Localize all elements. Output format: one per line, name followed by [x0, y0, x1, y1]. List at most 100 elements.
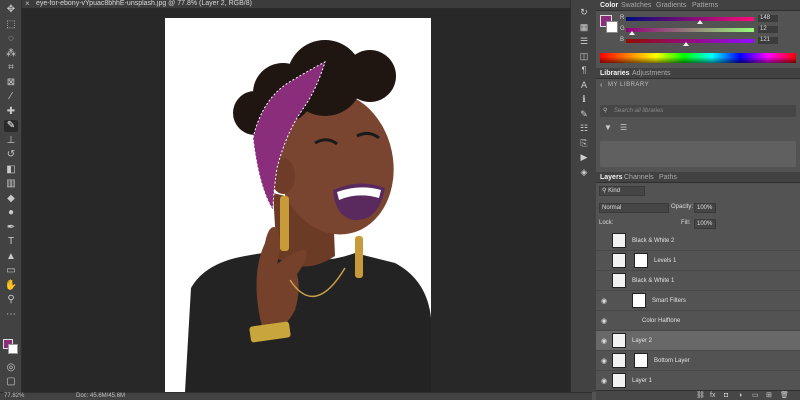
actions-icon[interactable]: ▶: [577, 151, 591, 163]
tab-adjustments[interactable]: Adjustments: [632, 68, 671, 79]
green-value-field[interactable]: 12: [758, 26, 778, 33]
quick-mask-icon[interactable]: ◎: [4, 362, 18, 374]
visibility-eye-icon[interactable]: ◉: [600, 317, 608, 325]
visibility-eye-icon[interactable]: ◉: [600, 357, 608, 365]
tab-patterns[interactable]: Patterns: [692, 0, 718, 11]
dodge-icon[interactable]: ●: [4, 207, 18, 219]
library-name[interactable]: MY LIBRARY: [608, 82, 649, 88]
properties-icon[interactable]: ☷: [577, 122, 591, 134]
background-color-swatch[interactable]: [8, 344, 18, 354]
group-icon[interactable]: ▭: [752, 391, 759, 400]
layer-mask-thumbnail[interactable]: [634, 353, 648, 368]
stamp-icon[interactable]: ⊥: [4, 135, 18, 147]
layer-name[interactable]: Bottom Layer: [654, 358, 690, 365]
artboard-icon[interactable]: ⬚: [4, 19, 18, 31]
slider-red-knob[interactable]: [697, 20, 704, 24]
layer-name[interactable]: Smart Filters: [652, 298, 686, 305]
document-canvas[interactable]: [165, 18, 431, 392]
color-background-swatch[interactable]: [606, 21, 618, 33]
brush-settings-icon[interactable]: ✎: [577, 108, 591, 120]
trash-icon[interactable]: 🗑: [780, 391, 789, 400]
document-size[interactable]: Doc: 45.6M/45.6M: [76, 393, 125, 400]
eyedropper-icon[interactable]: ⁄: [4, 91, 18, 103]
layer-row[interactable]: ◉ Bottom Layer: [596, 351, 800, 371]
new-layer-icon[interactable]: ⊞: [766, 391, 772, 400]
blend-mode-select[interactable]: Normal: [599, 203, 669, 213]
layer-mask-thumbnail[interactable]: [634, 253, 648, 268]
layer-kind-filter[interactable]: ⚲ Kind: [599, 186, 645, 196]
more-icon[interactable]: ⋯: [4, 309, 18, 321]
type-icon[interactable]: T: [4, 236, 18, 248]
library-search-input[interactable]: ⚲ Search all libraries: [600, 105, 796, 117]
swatches-icon[interactable]: ▦: [577, 21, 591, 33]
tab-paths[interactable]: Paths: [659, 172, 677, 183]
healing-icon[interactable]: ✚: [4, 106, 18, 118]
close-tab-icon[interactable]: ×: [25, 0, 30, 8]
layer-thumbnail[interactable]: [612, 253, 626, 268]
back-chevron-icon[interactable]: ‹: [600, 82, 602, 89]
document-tab[interactable]: × eye-for-ebony-vYpuac8bhhE-unsplash.jpg…: [22, 0, 592, 9]
workspace[interactable]: [22, 9, 592, 392]
layer-name[interactable]: Layer 1: [632, 378, 652, 385]
adjust-icon[interactable]: ☰: [577, 35, 591, 47]
layer-row[interactable]: ◉ Layer 1: [596, 371, 800, 391]
info-icon[interactable]: ℹ: [577, 93, 591, 105]
zoom-icon[interactable]: ⚲: [4, 294, 18, 306]
layer-thumbnail[interactable]: [612, 373, 626, 388]
tab-color[interactable]: Color: [600, 0, 618, 11]
layer-name[interactable]: Levels 1: [654, 258, 676, 265]
channels-icon[interactable]: ◫: [577, 50, 591, 62]
frame-icon[interactable]: ⊠: [4, 77, 18, 89]
layer-row[interactable]: ◉ Layer 2: [596, 331, 800, 351]
visibility-eye-icon[interactable]: ◉: [600, 377, 608, 385]
layer-name[interactable]: Layer 2: [632, 338, 652, 345]
screen-mode-icon[interactable]: ▢: [4, 376, 18, 388]
brush-icon[interactable]: ✎: [4, 120, 18, 132]
slider-blue[interactable]: B 121: [620, 37, 800, 46]
blur-icon[interactable]: ◆: [4, 193, 18, 205]
link-icon[interactable]: ⛓: [696, 391, 705, 400]
character-icon[interactable]: A: [577, 79, 591, 91]
path-select-icon[interactable]: ▲: [4, 251, 18, 263]
layer-row[interactable]: ◉ Smart Filters: [596, 291, 800, 311]
tab-channels[interactable]: Channels: [624, 172, 654, 183]
clone-source-icon[interactable]: ⎘: [577, 137, 591, 149]
smart-filter-mask[interactable]: [632, 293, 646, 308]
hand-icon[interactable]: ✋: [4, 280, 18, 292]
red-value-field[interactable]: 148: [758, 15, 778, 22]
move-icon[interactable]: ✥: [4, 4, 18, 16]
zoom-level[interactable]: 77.82%: [4, 393, 24, 400]
tab-layers[interactable]: Layers: [600, 172, 623, 183]
slider-green[interactable]: G 12: [620, 26, 800, 35]
fx-icon[interactable]: fx: [710, 391, 715, 400]
quick-select-icon[interactable]: ⁂: [4, 48, 18, 60]
layer-name[interactable]: Black & White 2: [632, 238, 674, 245]
layer-name[interactable]: Color Halftone: [642, 318, 680, 325]
layer-row[interactable]: Levels 1: [596, 251, 800, 271]
pen-icon[interactable]: ✒: [4, 222, 18, 234]
layer-row[interactable]: Black & White 2: [596, 231, 800, 251]
lasso-icon[interactable]: ◌: [4, 33, 18, 45]
gradient-icon[interactable]: ▥: [4, 178, 18, 190]
visibility-eye-icon[interactable]: ◉: [600, 297, 608, 305]
history-brush-icon[interactable]: ↺: [4, 149, 18, 161]
layer-thumbnail[interactable]: [612, 333, 626, 348]
history-icon[interactable]: ↻: [577, 6, 591, 18]
mask-icon[interactable]: ◘: [724, 391, 728, 400]
tab-libraries[interactable]: Libraries: [600, 68, 630, 79]
eraser-icon[interactable]: ◧: [4, 164, 18, 176]
layer-thumbnail[interactable]: [612, 353, 626, 368]
layer-thumbnail[interactable]: [612, 273, 626, 288]
slider-blue-knob[interactable]: [683, 42, 690, 46]
styles-icon[interactable]: ◈: [577, 166, 591, 178]
slider-red[interactable]: R 148: [620, 15, 800, 24]
adjustment-icon[interactable]: ◑: [738, 391, 742, 400]
tab-gradients[interactable]: Gradients: [656, 0, 686, 11]
slider-green-knob[interactable]: [629, 31, 636, 35]
layer-thumbnail[interactable]: [612, 233, 626, 248]
library-view-icon[interactable]: ☰: [620, 123, 627, 132]
layer-name[interactable]: Black & White 1: [632, 278, 674, 285]
layer-row[interactable]: Black & White 1: [596, 271, 800, 291]
filter-icon[interactable]: ▼: [604, 123, 612, 132]
color-spectrum-ramp[interactable]: [600, 53, 796, 63]
